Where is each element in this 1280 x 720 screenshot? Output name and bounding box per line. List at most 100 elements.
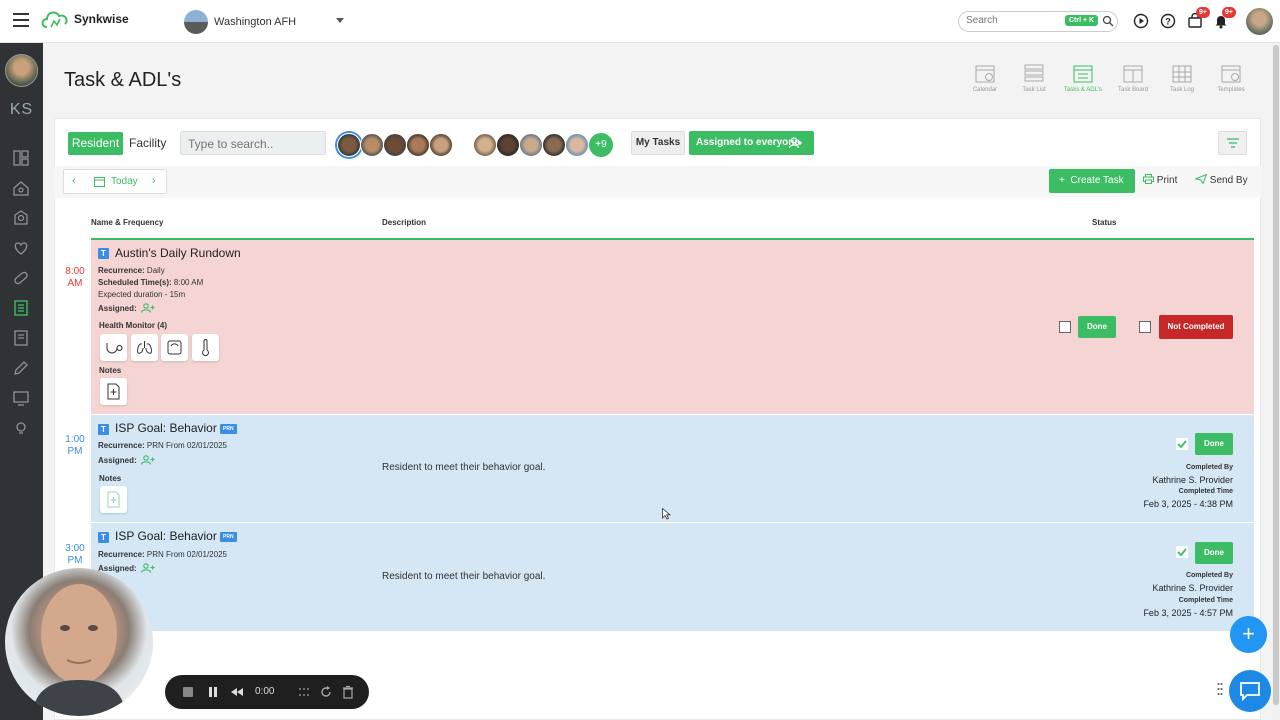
print-button[interactable]: Print [1143, 174, 1177, 186]
global-search[interactable]: Ctrl + K [958, 11, 1118, 32]
chat-button[interactable] [1229, 670, 1271, 712]
done-button[interactable]: Done [1195, 433, 1233, 455]
tab-templates[interactable]: Templates [1208, 62, 1254, 93]
add-fab-button[interactable]: + [1230, 616, 1267, 653]
trash-icon[interactable] [341, 685, 355, 699]
resident-search-input[interactable] [188, 137, 326, 151]
play-circle-icon[interactable] [1133, 13, 1149, 29]
more-residents-button[interactable]: +9 [589, 133, 613, 157]
task-title[interactable]: ISP Goal: Behavior [115, 529, 217, 543]
next-day-chevron-icon[interactable]: › [152, 175, 156, 187]
filter-button[interactable] [1218, 131, 1247, 155]
menu-icon[interactable] [13, 13, 29, 27]
task-time: 1:00 PM [65, 434, 85, 457]
resident-toggle-button[interactable]: Resident [68, 132, 123, 155]
pause-icon[interactable] [206, 685, 220, 699]
task-title[interactable]: ISP Goal: Behavior [115, 421, 217, 435]
search-input[interactable] [966, 15, 1061, 26]
edit-icon[interactable] [12, 359, 30, 377]
resident-avatar[interactable] [406, 133, 430, 157]
facility-selector[interactable]: Washington AFH [184, 10, 296, 34]
resident-search[interactable] [180, 131, 326, 155]
scrollbar-thumb[interactable] [1273, 45, 1279, 705]
drag-handle-icon[interactable] [1217, 682, 1223, 696]
not-completed-checkbox[interactable] [1139, 321, 1151, 333]
thermometer-icon [202, 339, 209, 357]
tab-task-board[interactable]: Task Board [1110, 62, 1156, 93]
help-icon[interactable]: ? [1160, 13, 1176, 29]
tab-task-list[interactable]: Task List [1011, 62, 1057, 93]
notes-button[interactable] [100, 486, 127, 513]
notes-button[interactable] [100, 378, 127, 405]
tab-task-log[interactable]: Task Log [1159, 62, 1205, 93]
heart-icon[interactable] [12, 239, 30, 257]
today-button[interactable]: Today [111, 176, 138, 187]
restart-icon[interactable] [319, 685, 333, 699]
done-checkbox[interactable] [1059, 321, 1071, 333]
sidebar-avatar[interactable] [5, 54, 38, 87]
monitor-icon[interactable] [12, 389, 30, 407]
column-header-status: Status [1092, 218, 1117, 227]
rewind-icon[interactable] [230, 685, 244, 699]
send-by-button[interactable]: Send By [1193, 173, 1248, 186]
tab-label: Task List [1022, 87, 1046, 93]
chevron-down-icon[interactable] [336, 18, 344, 23]
resident-avatar[interactable] [337, 133, 361, 157]
lightbulb-icon[interactable] [12, 419, 30, 437]
date-navigator: ‹ Today › [63, 169, 167, 194]
residents-icon[interactable] [12, 209, 30, 227]
done-button[interactable]: Done [1195, 542, 1233, 564]
checked-checkbox-icon[interactable] [1176, 438, 1188, 450]
tab-label: Calendar [972, 87, 998, 93]
facility-toggle-button[interactable]: Facility [129, 136, 166, 150]
calendar-small-icon [94, 177, 105, 187]
not-completed-button[interactable]: Not Completed [1159, 315, 1233, 339]
home-icon[interactable] [12, 179, 30, 197]
task-row[interactable] [91, 415, 1254, 522]
assign-user-icon[interactable] [141, 303, 155, 313]
stop-icon[interactable] [181, 685, 195, 699]
create-task-button[interactable]: + Create Task [1049, 169, 1135, 193]
search-icon[interactable] [1102, 15, 1114, 27]
blood-pressure-button[interactable] [100, 334, 127, 361]
prn-badge: PRN [220, 424, 237, 434]
done-button[interactable]: Done [1078, 316, 1116, 338]
resident-avatar[interactable] [473, 133, 497, 157]
tab-tasks-adls[interactable]: Tasks & ADL's [1060, 62, 1106, 93]
task-type-badge: T [98, 424, 109, 435]
tab-calendar[interactable]: Calendar [962, 62, 1008, 93]
assigned-everyone-button[interactable]: Assigned to everyone [689, 131, 814, 155]
resident-avatar[interactable] [383, 133, 407, 157]
top-bar: Synkwise Washington AFH Ctrl + K ? 9+ 9+ [0, 0, 1280, 43]
checked-checkbox-icon[interactable] [1176, 546, 1188, 558]
resident-avatar[interactable] [565, 133, 589, 157]
weight-button[interactable] [161, 334, 188, 361]
respiration-button[interactable] [131, 334, 158, 361]
assign-user-icon[interactable] [141, 563, 155, 573]
task-time: 3:00 PM [65, 543, 85, 566]
calendar-icon [975, 65, 995, 83]
assign-user-icon[interactable] [141, 455, 155, 465]
dashboard-icon[interactable] [12, 149, 30, 167]
app-logo[interactable]: Synkwise [40, 8, 129, 30]
task-description: Resident to meet their behavior goal. [382, 462, 546, 473]
task-row[interactable] [91, 523, 1254, 631]
resident-avatar[interactable] [519, 133, 543, 157]
medication-icon[interactable] [12, 269, 30, 287]
task-time: 8:00 AM [65, 266, 85, 289]
resident-avatar[interactable] [542, 133, 566, 157]
resident-avatar[interactable] [496, 133, 520, 157]
send-icon [1193, 173, 1208, 185]
task-title[interactable]: Austin's Daily Rundown [115, 246, 241, 260]
temperature-button[interactable] [192, 334, 219, 361]
grid-dots-icon[interactable] [297, 685, 311, 699]
user-avatar[interactable] [1246, 8, 1273, 35]
resident-avatar[interactable] [429, 133, 453, 157]
documents-icon[interactable] [12, 329, 30, 347]
prev-day-chevron-icon[interactable]: ‹ [72, 175, 76, 187]
resident-avatar[interactable] [360, 133, 384, 157]
print-label: Print [1156, 175, 1178, 186]
webcam-overlay[interactable] [5, 568, 153, 716]
my-tasks-button[interactable]: My Tasks [631, 131, 685, 155]
tasks-icon[interactable] [12, 299, 30, 317]
